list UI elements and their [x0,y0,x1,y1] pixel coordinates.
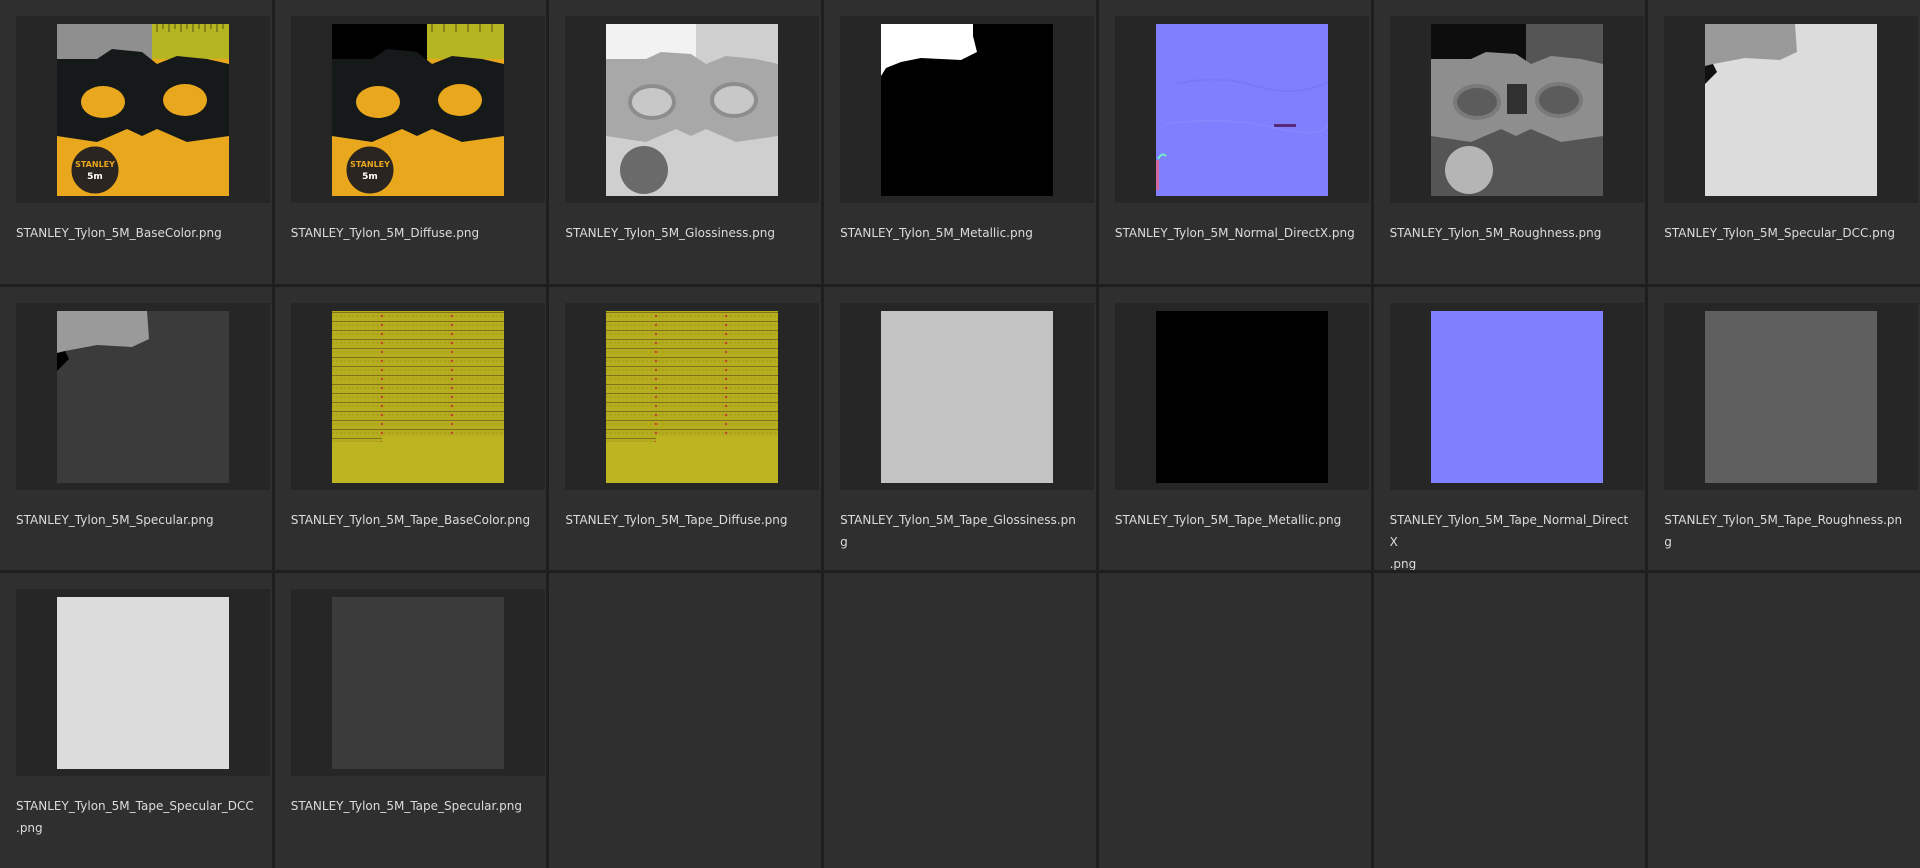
thumbnail [881,24,1054,196]
file-name: STANLEY_Tylon_5M_Diffuse.png [290,226,480,240]
empty-cell [824,573,1096,868]
thumbnail [331,310,504,483]
empty-cell [1373,573,1646,868]
file-name: STANLEY_Tylon_5M_Specular.png [16,512,214,527]
file-name: STANLEY_Tylon_5M_Metallic.png [840,226,1033,240]
file-item[interactable]: STANLEY 5m STANLEY_Tylon_5M_Diffuse.png [274,0,547,284]
thumbnail [1155,310,1328,483]
thumbnail-frame [290,302,545,490]
file-name: STANLEY_Tylon_5M_Tape_Metallic.png [1114,512,1342,527]
thumbnail [1430,310,1603,483]
thumbnail-frame [290,589,545,776]
thumbnail-frame [1664,16,1919,203]
thumbnail: STANLEY 5m [331,24,504,196]
file-name: STANLEY_Tylon_5M_Tape_Glossiness.png [840,512,1076,549]
file-name: STANLEY_Tylon_5M_Tape_BaseColor.png [290,512,531,527]
file-item[interactable]: STANLEY_Tylon_5M_Tape_Diffuse.png [549,286,822,570]
thumbnail: STANLEY 5m [57,24,229,196]
file-item[interactable]: STANLEY 5m STANLEY_Tylon_5M_BaseColor.pn… [0,0,272,284]
file-item[interactable]: STANLEY_Tylon_5M_Roughness.png [1373,0,1646,284]
logo-brand: STANLEY [350,160,390,169]
file-name: STANLEY_Tylon_5M_Tape_Roughness.png [1664,512,1903,549]
empty-cell [1098,573,1371,868]
thumbnail-frame [565,16,820,203]
thumbnail-frame [1114,16,1369,203]
thumbnail-frame [1664,302,1919,490]
thumbnail-frame: STANLEY 5m [16,16,270,203]
thumbnail [1705,310,1878,483]
file-item[interactable]: STANLEY_Tylon_5M_Tape_Metallic.png [1098,286,1371,570]
logo-brand: STANLEY [75,160,115,169]
file-name: STANLEY_Tylon_5M_Roughness.png [1389,226,1602,240]
file-item[interactable]: STANLEY_Tylon_5M_Tape_Normal_DirectX .pn… [1373,286,1646,571]
file-item[interactable]: STANLEY_Tylon_5M_Glossiness.png [549,0,822,284]
thumbnail-frame [840,16,1095,203]
file-item[interactable]: STANLEY_Tylon_5M_Specular.png [0,286,272,570]
empty-cell [549,573,822,868]
thumbnail-frame [565,302,820,490]
logo-size: 5m [362,172,378,182]
file-name: STANLEY_Tylon_5M_Glossiness.png [565,226,776,240]
thumbnail [1155,24,1328,196]
file-item[interactable]: STANLEY_Tylon_5M_Tape_Glossiness.png [824,286,1096,570]
file-name: STANLEY_Tylon_5M_Tape_Normal_DirectX .pn… [1389,512,1629,571]
file-item[interactable]: STANLEY_Tylon_5M_Tape_Specular.png [274,573,547,868]
logo-size: 5m [87,172,103,182]
file-item[interactable]: STANLEY_Tylon_5M_Tape_Specular_DCC .png [0,573,272,868]
thumbnail [881,310,1054,483]
file-name: STANLEY_Tylon_5M_Tape_Diffuse.png [565,512,788,527]
thumbnail-frame [1114,302,1369,490]
file-name: STANLEY_Tylon_5M_BaseColor.png [16,226,222,240]
file-item[interactable]: STANLEY_Tylon_5M_Tape_BaseColor.png [274,286,547,570]
file-grid: STANLEY 5m STANLEY_Tylon_5M_BaseColor.pn… [0,0,1920,868]
thumbnail [606,24,779,196]
file-name: STANLEY_Tylon_5M_Tape_Specular_DCC .png [16,799,254,835]
thumbnail-frame: STANLEY 5m [290,16,545,203]
file-item[interactable]: STANLEY_Tylon_5M_Normal_DirectX.png [1098,0,1371,284]
file-item[interactable]: STANLEY_Tylon_5M_Metallic.png [824,0,1096,284]
thumbnail-frame [1389,302,1644,490]
thumbnail [1705,24,1878,196]
file-name: STANLEY_Tylon_5M_Tape_Specular.png [290,799,523,813]
thumbnail-frame [16,302,270,490]
thumbnail-frame [16,589,270,776]
thumbnail [57,310,229,483]
file-item[interactable]: STANLEY_Tylon_5M_Specular_DCC.png [1648,0,1920,284]
thumbnail [1430,24,1603,196]
thumbnail-frame [840,302,1095,490]
thumbnail [606,310,779,483]
file-item[interactable]: STANLEY_Tylon_5M_Tape_Roughness.png [1648,286,1920,570]
thumbnail-frame [1389,16,1644,203]
file-name: STANLEY_Tylon_5M_Specular_DCC.png [1664,226,1896,240]
thumbnail [331,597,504,769]
file-name: STANLEY_Tylon_5M_Normal_DirectX.png [1114,226,1355,240]
thumbnail [57,597,229,769]
empty-cell [1648,573,1920,868]
